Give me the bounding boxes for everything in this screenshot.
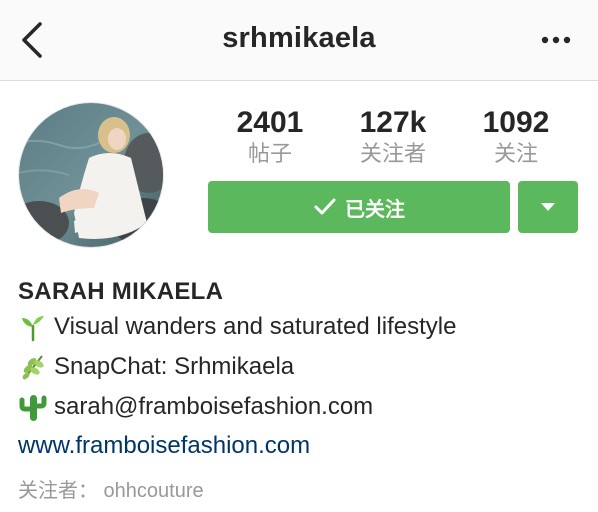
suggestions-dropdown-button[interactable] (518, 181, 578, 233)
herb-icon (22, 355, 44, 380)
followers-label: 关注者 (359, 141, 426, 166)
bio-line-snapchat: SnapChat: Srhmikaela (18, 350, 294, 384)
bio-email-text: sarah@framboisefashion.com (54, 393, 374, 420)
profile-website-link[interactable]: www.framboisefashion.com (18, 432, 310, 460)
stat-posts[interactable]: 2401 帖子 (210, 106, 330, 168)
profile-avatar[interactable] (18, 102, 164, 248)
ellipsis-icon (541, 36, 571, 44)
posts-label: 帖子 (247, 141, 292, 166)
following-button-label: 已关注 (345, 198, 405, 221)
bio-snapchat-text: SnapChat: Srhmikaela (54, 353, 295, 380)
following-button[interactable]: 已关注 (208, 181, 510, 233)
stat-followers[interactable]: 127k 关注者 (333, 106, 453, 168)
profile-username-title: srhmikaela (222, 22, 376, 54)
bio-line-email: sarah@framboisefashion.com (18, 390, 373, 424)
top-navigation-bar: srhmikaela (0, 0, 598, 81)
followed-by-text[interactable]: 关注者： ohhcouture (18, 474, 204, 503)
bio-line-tagline: Visual wanders and saturated lifestyle (18, 310, 456, 344)
cactus-icon (19, 395, 47, 421)
more-options-button[interactable] (538, 28, 574, 52)
checkmark-icon (314, 198, 336, 215)
posts-count: 2401 (236, 106, 304, 139)
profile-full-name: SARAH MIKAELA (18, 278, 224, 305)
following-label: 关注 (493, 141, 538, 166)
following-count: 1092 (482, 106, 550, 139)
caret-down-icon (541, 203, 555, 211)
avatar-photo (19, 103, 163, 247)
followers-count: 127k (359, 106, 427, 139)
stat-following[interactable]: 1092 关注 (456, 106, 576, 168)
seedling-icon (22, 316, 44, 342)
bio-tagline-text: Visual wanders and saturated lifestyle (54, 313, 457, 340)
